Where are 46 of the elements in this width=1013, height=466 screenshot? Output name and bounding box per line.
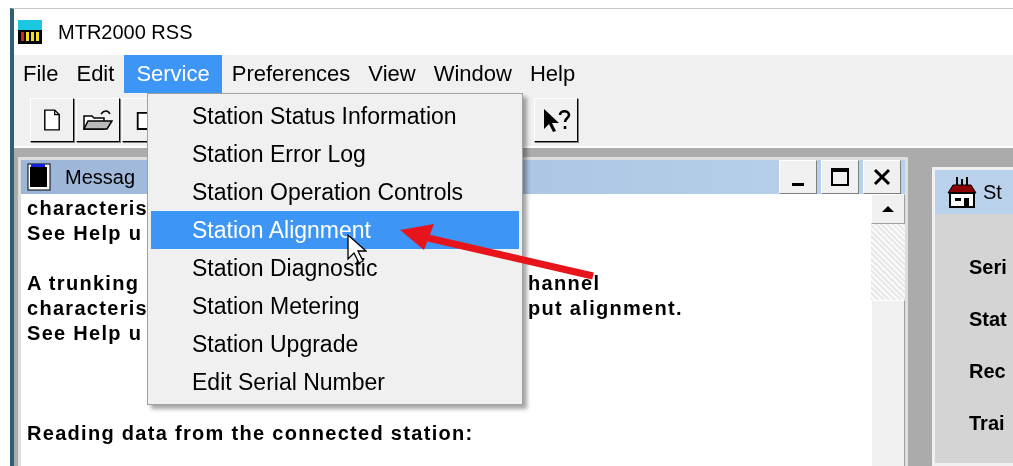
close-icon (872, 167, 892, 187)
menu-item[interactable]: Edit Serial Number (151, 363, 519, 401)
menu-item[interactable]: Window (425, 55, 520, 93)
message-text: See Help u (27, 322, 143, 346)
window-title: Messag (65, 165, 136, 189)
message-text: characteris (27, 197, 149, 221)
app-logo-icon (18, 20, 42, 44)
menu-item[interactable]: Station Upgrade (151, 325, 519, 363)
help-pointer-button[interactable] (534, 97, 578, 142)
field-label: Stat (969, 308, 1008, 332)
menu-item[interactable]: Station Metering (151, 287, 519, 325)
document-icon (27, 163, 53, 191)
scrollbar-thumb[interactable] (871, 300, 905, 466)
menu-item[interactable]: Station Error Log (151, 135, 519, 173)
folder-icon (83, 107, 113, 132)
maximize-icon (830, 167, 850, 187)
menu-item[interactable]: View (360, 55, 424, 93)
message-text: A trunking (27, 272, 140, 296)
menu-item[interactable]: Edit (68, 55, 123, 93)
field-label: Trai (969, 412, 1006, 436)
menu-item[interactable]: Station Status Information (151, 97, 519, 135)
maximize-button[interactable] (821, 160, 859, 194)
menu-item[interactable]: Preferences (223, 55, 359, 93)
new-file-button[interactable] (30, 97, 74, 142)
menu-item[interactable]: Station Diagnostic (151, 249, 519, 287)
message-text: characteris (27, 297, 149, 321)
minimize-button[interactable] (779, 160, 817, 194)
message-text: hannel (528, 272, 601, 296)
menu-item[interactable]: Help (521, 55, 584, 93)
station-house-icon (947, 175, 977, 209)
open-folder-button[interactable] (76, 97, 120, 142)
close-button[interactable] (863, 160, 901, 194)
window-title: MTR2000 RSS (58, 20, 193, 44)
document-icon (43, 107, 61, 132)
menu-item[interactable]: File (15, 55, 67, 93)
message-text: See Help u (27, 222, 143, 246)
window-title: St (983, 180, 1002, 204)
menu-item[interactable]: Station Operation Controls (151, 173, 519, 211)
message-text: Reading data from the connected station: (27, 422, 474, 446)
message-text: put alignment. (528, 297, 683, 321)
field-label: Seri (969, 256, 1008, 280)
minimize-icon (792, 182, 804, 186)
field-label: Rec (969, 360, 1007, 384)
help-pointer-icon (541, 106, 571, 133)
scroll-up-button[interactable] (871, 194, 905, 224)
up-arrow-icon (881, 205, 895, 213)
